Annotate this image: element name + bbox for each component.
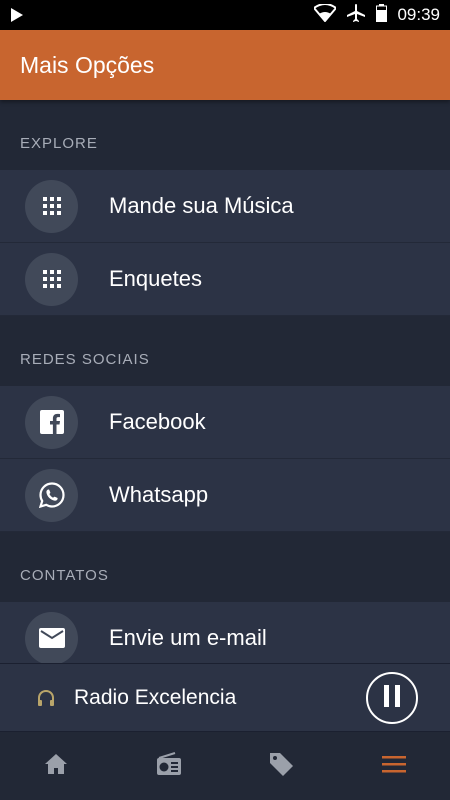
menu-item-label: Envie um e-mail [109,625,267,650]
mail-icon [25,611,78,663]
section-title-redes-sociais: REDES SOCIAIS [20,351,150,368]
headphones-icon [36,688,56,708]
status-time: 09:39 [397,5,440,24]
section-title-explore: EXPLORE [20,135,98,152]
home-icon [44,753,68,780]
section-title-contatos: CONTATOS [20,567,109,584]
nav-radio[interactable] [113,732,226,800]
station-name: Radio Excelencia [74,685,237,709]
app-header: Mais Opções [0,30,450,100]
menu-item-label: Mande sua Música [109,193,294,218]
facebook-icon [25,395,78,449]
pause-icon [383,684,401,712]
wifi-icon [312,2,338,27]
nav-menu[interactable] [338,732,450,800]
battery-icon [376,3,388,27]
bottom-nav [0,731,450,800]
menu-item-whatsapp[interactable]: Whatsapp [0,459,450,532]
nav-home[interactable] [0,732,113,800]
page-title: Mais Opções [20,51,155,78]
tag-icon [267,750,295,783]
menu-item-mande-sua-musica[interactable]: Mande sua Música [0,170,450,243]
grid-icon [25,252,78,306]
menu-item-label: Enquetes [109,266,202,291]
radio-icon [156,751,182,781]
menu-item-enquetes[interactable]: Enquetes [0,243,450,316]
nav-tags[interactable] [225,732,338,800]
mini-player[interactable]: Radio Excelencia [0,663,450,731]
grid-icon [25,179,78,233]
menu-icon [381,755,406,778]
play-notification-icon [10,6,28,24]
menu-item-label: Whatsapp [109,482,209,507]
menu-item-label: Facebook [109,409,206,434]
airplane-icon [346,3,366,28]
whatsapp-icon [25,468,78,522]
pause-button[interactable] [366,672,418,724]
status-bar: 09:39 [0,0,450,30]
options-list[interactable]: EXPLORE Mande sua Música Enquetes REDES … [0,100,450,663]
menu-item-envie-email[interactable]: Envie um e-mail [0,602,450,663]
menu-item-facebook[interactable]: Facebook [0,386,450,459]
